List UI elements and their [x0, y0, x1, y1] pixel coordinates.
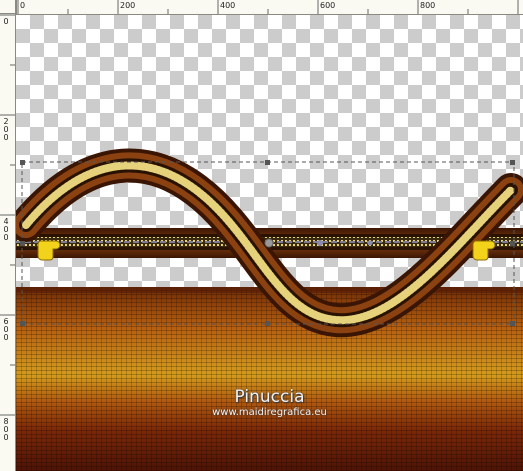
horizontal-ruler: 0 200 400 600 800	[16, 0, 523, 15]
watermark-title: Pinuccia	[234, 387, 305, 407]
ruler-label-v400: 4 0 0	[3, 217, 9, 242]
vertical-ruler: 0 2 0 0 4 0 0 6 0 0 8 0 0	[0, 14, 16, 471]
watermark-url: www.maidiregrafica.eu	[212, 407, 327, 418]
ruler-ticks	[17, 0, 519, 14]
ruler-label-v200: 2 0 0	[3, 117, 9, 142]
ruler-corner	[0, 0, 16, 14]
ruler-ticks-vertical	[0, 14, 15, 416]
ruler-label-v600: 6 0 0	[3, 317, 9, 342]
image-canvas[interactable]: Pinuccia www.maidiregrafica.eu	[16, 15, 523, 471]
ruler-label-v0: 0	[3, 17, 9, 26]
ruler-label-v800: 8 0 0	[3, 417, 9, 442]
